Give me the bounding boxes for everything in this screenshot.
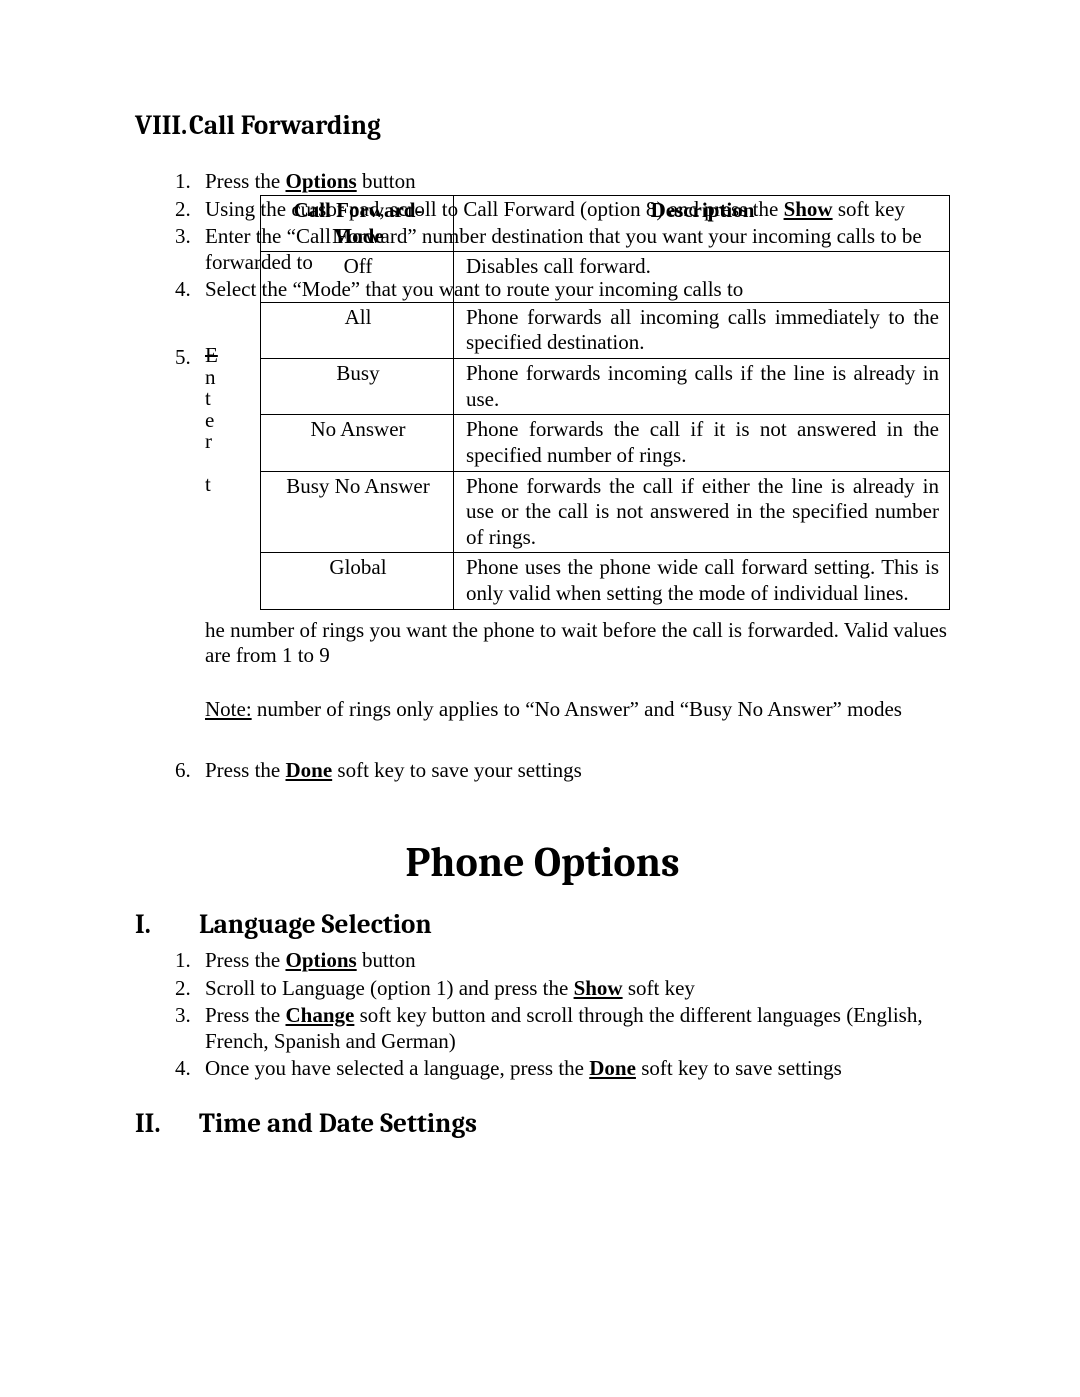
wrapped-letter-space: [205, 453, 217, 474]
list-marker: 2.: [175, 197, 205, 223]
bold-underline: Show: [574, 976, 623, 1000]
mode-cell: All: [261, 302, 454, 358]
wrapped-letters: E n t e r t: [205, 345, 217, 495]
desc-cell: Phone forwards incoming calls if the lin…: [454, 359, 950, 415]
list-marker: 5.: [175, 345, 205, 730]
text: soft key to save your settings: [332, 758, 582, 782]
mode-cell: Off: [261, 252, 454, 303]
bold-underline: Done: [286, 758, 333, 782]
list-body: Press the Options button: [205, 169, 950, 195]
text: button: [357, 948, 416, 972]
table-header-row: Call Forward-Mode Description: [261, 196, 950, 252]
table-row: Off Disables call forward.: [261, 252, 950, 303]
table-header: Call Forward-Mode: [261, 196, 454, 252]
list-body: Press the Done soft key to save your set…: [205, 758, 950, 784]
bold-underline: Options: [286, 169, 357, 193]
text: soft key to save settings: [636, 1056, 842, 1080]
language-selection-steps: 1. Press the Options button 2. Scroll to…: [175, 948, 950, 1082]
desc-cell: Phone forwards the call if either the li…: [454, 471, 950, 553]
desc-cell: Phone forwards the call if it is not ans…: [454, 415, 950, 471]
call-forwarding-steps: 1. Press the Options button 2. Using the…: [175, 169, 950, 784]
list-body: Call Forward-Mode Description Off Disabl…: [205, 345, 950, 730]
wrapped-letter: t: [205, 474, 217, 496]
wrapped-letter: r: [205, 431, 217, 453]
list-marker: 1.: [175, 169, 205, 195]
heading-number: II.: [135, 1108, 199, 1139]
item5-note: Note: number of rings only applies to “N…: [205, 697, 950, 723]
table-row: All Phone forwards all incoming calls im…: [261, 302, 950, 358]
heading-text: Time and Date Settings: [199, 1108, 477, 1139]
heading-language-selection: I. Language Selection: [135, 909, 950, 940]
table-row: Global Phone uses the phone wide call fo…: [261, 553, 950, 609]
text: Press the: [205, 1003, 286, 1027]
list-marker: 1.: [175, 948, 205, 974]
list-item: 2. Scroll to Language (option 1) and pre…: [175, 976, 950, 1002]
wrapped-letter: t: [205, 388, 217, 410]
wrapped-letter: e: [205, 410, 217, 432]
list-body: Press the Options button: [205, 948, 950, 974]
bold-underline: Done: [589, 1056, 636, 1080]
table-row: Busy No Answer Phone forwards the call i…: [261, 471, 950, 553]
list-item: 4. Once you have selected a language, pr…: [175, 1056, 950, 1082]
table-row: No Answer Phone forwards the call if it …: [261, 415, 950, 471]
mode-cell: No Answer: [261, 415, 454, 471]
desc-cell: Phone uses the phone wide call forward s…: [454, 553, 950, 609]
wrapped-letter: E: [205, 345, 217, 367]
document-page: VIII. Call Forwarding 1. Press the Optio…: [0, 0, 1080, 1397]
heading-number: I.: [135, 909, 199, 940]
heading-text: Language Selection: [199, 909, 432, 940]
list-item: 6. Press the Done soft key to save your …: [175, 758, 950, 784]
desc-cell: Disables call forward.: [454, 252, 950, 303]
table-row: Busy Phone forwards incoming calls if th…: [261, 359, 950, 415]
note-text: number of rings only applies to “No Answ…: [252, 697, 902, 721]
heading-time-date-settings: II. Time and Date Settings: [135, 1108, 950, 1139]
text: Press the: [205, 169, 286, 193]
list-body: Once you have selected a language, press…: [205, 1056, 950, 1082]
mode-cell: Busy No Answer: [261, 471, 454, 553]
text: Once you have selected a language, press…: [205, 1056, 589, 1080]
wrapped-letter: n: [205, 367, 217, 389]
main-title: Phone Options: [135, 838, 950, 887]
text: Press the: [205, 758, 286, 782]
list-item: 5. Call Forward-Mode Description Off Dis…: [175, 345, 950, 730]
text: Scroll to Language (option 1) and press …: [205, 976, 574, 1000]
call-forward-mode-table: Call Forward-Mode Description Off Disabl…: [260, 195, 950, 610]
list-item: 1. Press the Options button: [175, 948, 950, 974]
heading-call-forwarding: VIII. Call Forwarding: [135, 110, 950, 141]
list-marker: 3.: [175, 1003, 205, 1054]
list-marker: 3.: [175, 224, 205, 275]
heading-number: VIII.: [135, 110, 189, 141]
mode-cell: Busy: [261, 359, 454, 415]
mode-cell: Global: [261, 553, 454, 609]
bold-underline: Change: [286, 1003, 355, 1027]
list-item: 3. Press the Change soft key button and …: [175, 1003, 950, 1054]
heading-text: Call Forwarding: [189, 110, 381, 141]
table-header: Description: [454, 196, 950, 252]
desc-cell: Phone forwards all incoming calls immedi…: [454, 302, 950, 358]
list-marker: 4.: [175, 277, 205, 303]
list-item: 1. Press the Options button: [175, 169, 950, 195]
text: button: [357, 169, 416, 193]
note-label: Note:: [205, 697, 252, 721]
bold-underline: Options: [286, 948, 357, 972]
list-marker: 4.: [175, 1056, 205, 1082]
item5-continuation: he number of rings you want the phone to…: [205, 618, 950, 669]
text: soft key: [623, 976, 695, 1000]
text: Press the: [205, 948, 286, 972]
list-marker: 2.: [175, 976, 205, 1002]
list-marker: 6.: [175, 758, 205, 784]
list-body: Press the Change soft key button and scr…: [205, 1003, 950, 1054]
list-body: Scroll to Language (option 1) and press …: [205, 976, 950, 1002]
